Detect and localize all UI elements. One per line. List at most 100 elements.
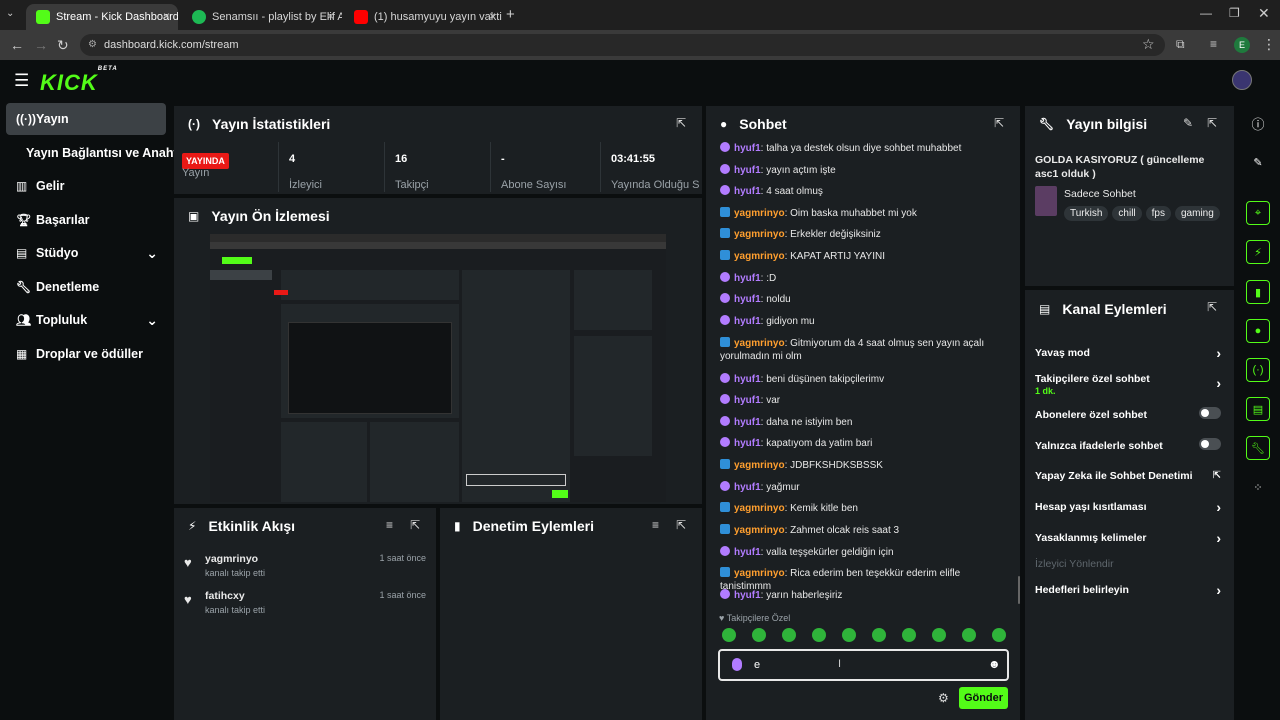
chat-username[interactable]: hyuf1 xyxy=(734,547,761,558)
lightning-icon[interactable]: ⚡︎ xyxy=(1246,240,1270,264)
action-emotes-only[interactable]: Yalnızca ifadelerle sohbet xyxy=(1035,438,1225,452)
extensions-icon[interactable]: ⧉ xyxy=(1176,36,1185,52)
chat-username[interactable]: yagmrinyo xyxy=(734,460,785,471)
tag-chip[interactable]: fps xyxy=(1145,206,1171,221)
chat-username[interactable]: hyuf1 xyxy=(734,438,761,449)
restore-button[interactable]: ❐ xyxy=(1229,6,1240,20)
popout-icon[interactable]: ⇱ xyxy=(1207,116,1217,130)
emote-icon[interactable] xyxy=(812,628,826,642)
action-slow-mode[interactable]: Yavaş mod › xyxy=(1035,345,1225,361)
wrench-icon[interactable]: 🔧︎ xyxy=(1246,436,1270,460)
emote-icon[interactable] xyxy=(722,628,736,642)
action-banned-words[interactable]: Yasaklanmış kelimeler › xyxy=(1035,530,1225,546)
chat-username[interactable]: hyuf1 xyxy=(734,165,761,176)
chat-username[interactable]: hyuf1 xyxy=(734,316,761,327)
chat-username[interactable]: yagmrinyo xyxy=(734,525,785,536)
activity-user[interactable]: fatihcxy xyxy=(205,590,245,602)
emote-icon[interactable] xyxy=(872,628,886,642)
chat-username[interactable]: hyuf1 xyxy=(734,143,761,154)
emoji-picker-icon[interactable]: ☻ xyxy=(988,657,1001,671)
window-close-button[interactable]: ✕ xyxy=(1258,5,1270,22)
stream-preview-video[interactable] xyxy=(210,234,666,502)
close-icon[interactable]: × xyxy=(163,9,170,23)
chevron-down-icon[interactable]: ⌄ xyxy=(146,245,158,262)
chevron-right-icon[interactable]: › xyxy=(1216,582,1221,598)
sidebar-item-stream-key[interactable]: Yayın Bağlantısı ve Anahtarı xyxy=(16,137,193,169)
sidebar-item-topluluk[interactable]: 👥︎ Topluluk ⌄ xyxy=(6,304,166,336)
tab-search-icon[interactable]: ⌄ xyxy=(6,8,22,22)
apps-icon[interactable]: ⁘ xyxy=(1246,475,1270,499)
toggle-switch[interactable] xyxy=(1199,407,1221,419)
category-name[interactable]: Sadece Sohbet xyxy=(1064,188,1136,200)
popout-icon[interactable]: ⇱ xyxy=(676,518,686,532)
reload-icon[interactable]: ↻ xyxy=(57,37,69,53)
chat-username[interactable]: hyuf1 xyxy=(734,417,761,428)
chat-username[interactable]: yagmrinyo xyxy=(734,568,785,579)
forward-arrow-icon[interactable]: → xyxy=(34,37,48,53)
external-link-icon[interactable]: ⇱ xyxy=(1213,470,1221,481)
chat-username[interactable]: hyuf1 xyxy=(734,482,761,493)
chevron-right-icon[interactable]: › xyxy=(1216,530,1221,546)
bookmark-star-icon[interactable]: ☆ xyxy=(1142,36,1155,52)
chat-username[interactable]: yagmrinyo xyxy=(734,251,785,262)
emote-icon[interactable] xyxy=(992,628,1006,642)
chat-scrollbar[interactable] xyxy=(1018,576,1020,604)
action-subscribers-only[interactable]: Abonelere özel sohbet xyxy=(1035,407,1225,421)
site-info-icon[interactable]: ⚙ xyxy=(88,34,97,56)
emote-icon[interactable] xyxy=(752,628,766,642)
hamburger-menu-icon[interactable]: ☰ xyxy=(14,71,29,91)
action-account-age[interactable]: Hesap yaşı kısıtlaması › xyxy=(1035,499,1225,515)
chat-username[interactable]: yagmrinyo xyxy=(734,338,785,349)
sidebar-item-droplar[interactable]: ▦ Droplar ve ödüller xyxy=(6,338,166,370)
popout-icon[interactable]: ⇱ xyxy=(410,518,420,532)
sidebar-item-yayin[interactable]: ((·)) Yayın xyxy=(6,103,166,135)
edit-pencil-icon[interactable]: ✎ xyxy=(1183,116,1193,130)
close-icon[interactable]: × xyxy=(489,9,496,23)
activity-user[interactable]: yagmrinyo xyxy=(205,553,258,565)
sidebar-item-studyo[interactable]: ▤ Stüdyo ⌄ xyxy=(6,237,166,269)
chevron-right-icon[interactable]: › xyxy=(1216,375,1221,391)
chevron-right-icon[interactable]: › xyxy=(1216,345,1221,361)
focus-icon[interactable]: ⌖ xyxy=(1246,201,1270,225)
chat-bubble-icon[interactable]: ● xyxy=(1246,319,1270,343)
document-icon[interactable]: ▮ xyxy=(1246,280,1270,304)
action-followers-only[interactable]: Takipçilere özel sohbet 1 dk. › xyxy=(1035,373,1225,396)
edit-pencil-icon[interactable]: ✎ xyxy=(1246,150,1270,174)
chat-username[interactable]: hyuf1 xyxy=(734,395,761,406)
browser-tab-kick[interactable]: Stream - Kick Dashboard × xyxy=(26,4,178,30)
emote-icon[interactable] xyxy=(962,628,976,642)
new-tab-button[interactable]: + xyxy=(506,6,515,23)
sidebar-item-denetleme[interactable]: 🔧︎ Denetleme xyxy=(6,271,166,303)
filter-icon[interactable]: ≡ xyxy=(386,518,393,532)
send-button[interactable]: Gönder xyxy=(959,687,1008,709)
action-ai-moderation[interactable]: Yapay Zeka ile Sohbet Denetimi ⇱ xyxy=(1035,470,1225,482)
close-icon[interactable]: × xyxy=(327,9,334,23)
browser-menu-icon[interactable]: ⋮ xyxy=(1262,36,1276,52)
tag-chip[interactable]: chill xyxy=(1112,206,1142,221)
chat-username[interactable]: hyuf1 xyxy=(734,273,761,284)
chevron-down-icon[interactable]: ⌄ xyxy=(146,312,158,329)
user-avatar[interactable] xyxy=(1232,70,1252,90)
chat-username[interactable]: yagmrinyo xyxy=(734,503,785,514)
media-icon[interactable]: ≡ xyxy=(1210,36,1217,52)
profile-avatar[interactable]: E xyxy=(1234,37,1250,53)
emote-icon[interactable] xyxy=(902,628,916,642)
popout-icon[interactable]: ⇱ xyxy=(676,116,686,130)
emote-icon[interactable] xyxy=(932,628,946,642)
back-arrow-icon[interactable]: ← xyxy=(10,37,24,53)
info-icon[interactable]: ⓘ xyxy=(1246,111,1270,135)
tag-chip[interactable]: Turkish xyxy=(1064,206,1109,221)
chat-username[interactable]: yagmrinyo xyxy=(734,229,785,240)
sidebar-item-basarilar[interactable]: 🏆︎ Başarılar xyxy=(6,204,166,236)
filter-icon[interactable]: ≡ xyxy=(652,518,659,532)
browser-tab-youtube[interactable]: (1) husamyuyu yayın vakti × xyxy=(344,4,504,30)
chat-username[interactable]: hyuf1 xyxy=(734,186,761,197)
popout-icon[interactable]: ⇱ xyxy=(994,116,1004,130)
sidebar-item-gelir[interactable]: ▥ Gelir xyxy=(6,170,166,202)
kick-logo[interactable]: KICKBETA xyxy=(40,66,118,96)
actions-icon[interactable]: ▤ xyxy=(1246,397,1270,421)
chat-input[interactable]: e I ☻ xyxy=(718,649,1009,681)
chat-username[interactable]: yagmrinyo xyxy=(734,208,785,219)
chat-username[interactable]: hyuf1 xyxy=(734,590,761,601)
emote-icon[interactable] xyxy=(842,628,856,642)
